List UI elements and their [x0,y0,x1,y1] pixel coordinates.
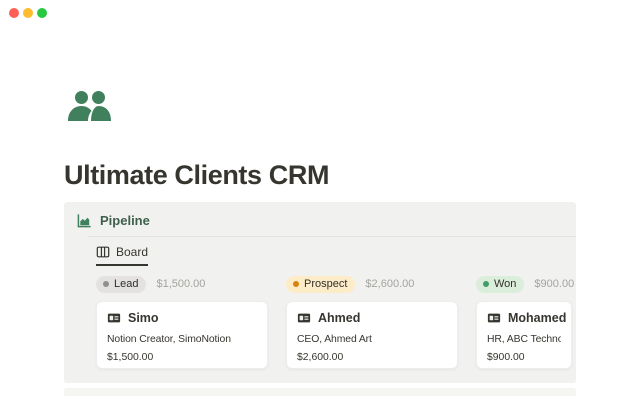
kanban-board-icon [96,245,110,259]
contact-card-icon [107,311,121,325]
tab-board-label: Board [116,245,148,259]
contact-card-icon [297,311,311,325]
zoom-window-button[interactable] [37,8,47,18]
card-mohamed[interactable]: Mohamed HR, ABC Technology $900.00 [476,301,572,369]
view-tabs: Board [64,245,576,266]
card-simo[interactable]: Simo Notion Creator, SimoNotion $1,500.0… [96,301,268,369]
card-title[interactable]: Mohamed [508,311,566,325]
status-badge[interactable]: Won [476,276,524,293]
kanban-board: Lead $1,500.00 Simo Notio [64,275,576,369]
minimize-window-button[interactable] [23,8,33,18]
page-title: Ultimate Clients CRM [64,160,329,191]
status-label: Won [494,278,516,290]
close-window-button[interactable] [9,8,19,18]
card-amount: $1,500.00 [107,352,257,363]
card-amount: $900.00 [487,352,561,363]
column-total: $900.00 [534,278,574,290]
next-section-sliver [64,388,576,396]
status-dot-icon [293,281,299,287]
column-total: $1,500.00 [156,278,205,290]
status-dot-icon [483,281,489,287]
status-badge[interactable]: Prospect [286,276,355,293]
pipeline-panel: Pipeline Board Lead $1,500.00 [64,202,576,383]
column-total: $2,600.00 [365,278,414,290]
area-chart-icon [77,213,92,228]
card-title[interactable]: Ahmed [318,311,360,325]
card-ahmed[interactable]: Ahmed CEO, Ahmed Art $2,600.00 [286,301,458,369]
status-label: Prospect [304,278,347,290]
contact-card-icon [487,311,501,325]
tab-board[interactable]: Board [96,245,148,266]
status-badge[interactable]: Lead [96,276,146,293]
column-header[interactable]: Lead $1,500.00 [96,275,268,293]
board-column-lead: Lead $1,500.00 Simo Notio [96,275,268,369]
people-icon[interactable] [66,85,112,131]
status-dot-icon [103,281,109,287]
column-header[interactable]: Won $900.00 [476,275,572,293]
window-controls [9,8,47,18]
pipeline-title: Pipeline [100,213,150,228]
card-title[interactable]: Simo [128,311,159,325]
card-amount: $2,600.00 [297,352,447,363]
divider [88,236,576,237]
card-subtitle: Notion Creator, SimoNotion [107,334,257,345]
card-subtitle: HR, ABC Technology [487,334,561,345]
card-subtitle: CEO, Ahmed Art [297,334,447,345]
status-label: Lead [114,278,138,290]
column-header[interactable]: Prospect $2,600.00 [286,275,458,293]
board-column-prospect: Prospect $2,600.00 Ahmed [286,275,458,369]
pipeline-header[interactable]: Pipeline [64,202,576,236]
board-column-won: Won $900.00 Mohamed HR, A [476,275,572,369]
